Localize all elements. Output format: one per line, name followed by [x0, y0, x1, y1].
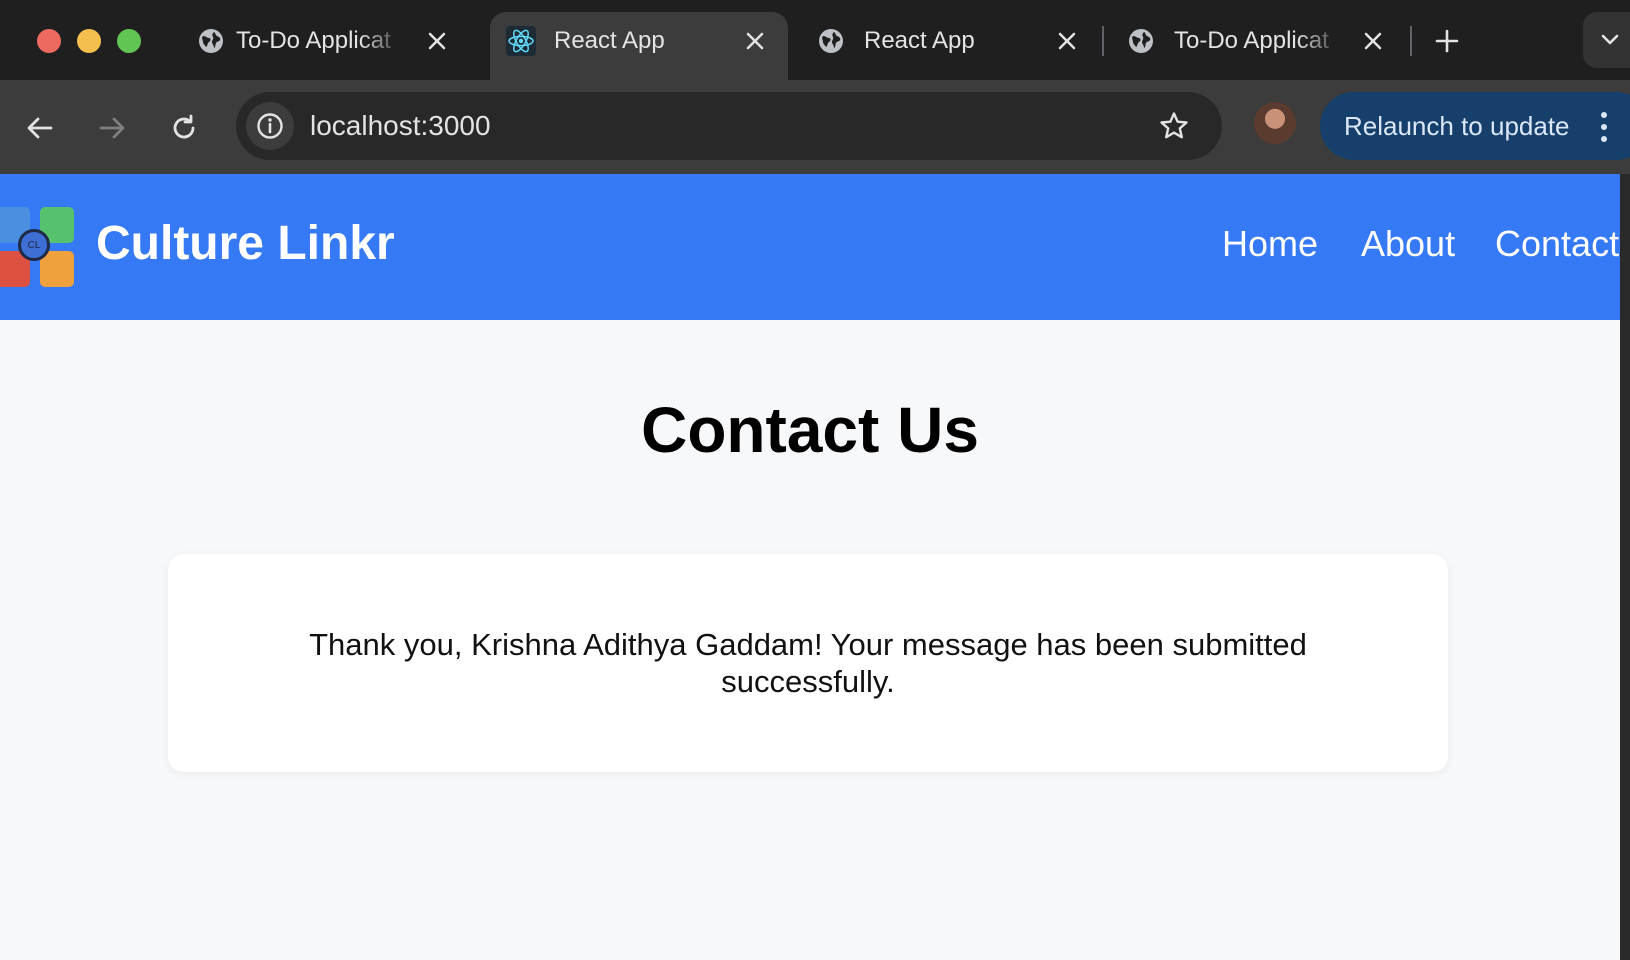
window-edge — [1620, 174, 1630, 960]
info-icon — [257, 113, 283, 139]
tab-react-app-active[interactable]: React App — [490, 12, 788, 80]
address-bar[interactable]: localhost:3000 — [236, 92, 1222, 160]
close-icon[interactable] — [1358, 26, 1388, 56]
tab-title: To-Do Applicat — [1174, 27, 1329, 54]
forward-button[interactable] — [92, 108, 132, 148]
tab-search-button[interactable] — [1583, 12, 1630, 68]
globe-icon — [816, 26, 846, 56]
site-header: CL Culture Linkr Home About Contact — [0, 174, 1620, 320]
site-info-button[interactable] — [246, 102, 294, 150]
nav-contact-link[interactable]: Contact — [1495, 222, 1619, 266]
window-maximize-button[interactable] — [117, 29, 141, 53]
browser-toolbar: localhost:3000 Relaunch to update — [0, 80, 1630, 174]
tab-todo-1[interactable]: To-Do Applicat — [190, 12, 470, 80]
window-close-button[interactable] — [37, 29, 61, 53]
new-tab-button[interactable] — [1430, 24, 1464, 58]
nav-home-link[interactable]: Home — [1222, 222, 1318, 266]
page-viewport: CL Culture Linkr Home About Contact Cont… — [0, 174, 1620, 960]
tab-title: React App — [554, 27, 665, 54]
page-title: Contact Us — [641, 394, 979, 466]
more-options-icon[interactable] — [1600, 112, 1608, 142]
reload-button[interactable] — [164, 108, 204, 148]
reload-icon — [173, 114, 195, 139]
tab-strip: To-Do Applicat React App React App To-Do… — [0, 0, 1630, 80]
tab-todo-2[interactable]: To-Do Applicat — [1124, 12, 1404, 80]
react-icon — [506, 26, 536, 56]
bookmark-button[interactable] — [1154, 106, 1194, 146]
relaunch-label: Relaunch to update — [1344, 110, 1570, 141]
brand-name[interactable]: Culture Linkr — [96, 216, 395, 272]
window-minimize-button[interactable] — [77, 29, 101, 53]
close-icon[interactable] — [740, 26, 770, 56]
tab-divider — [1410, 26, 1412, 56]
back-button[interactable] — [20, 108, 60, 148]
logo-badge: CL — [18, 229, 50, 261]
tab-title: React App — [864, 27, 975, 54]
confirmation-card: Thank you, Krishna Adithya Gaddam! Your … — [168, 554, 1448, 772]
close-icon[interactable] — [1052, 26, 1082, 56]
close-icon[interactable] — [422, 26, 452, 56]
tab-title: To-Do Applicat — [236, 27, 391, 54]
culture-linkr-logo[interactable]: CL — [0, 207, 76, 287]
arrow-right-icon — [99, 117, 125, 139]
star-icon — [1160, 112, 1188, 139]
globe-icon — [1126, 26, 1156, 56]
arrow-left-icon — [27, 117, 53, 139]
globe-icon — [196, 26, 226, 56]
nav-about-link[interactable]: About — [1361, 222, 1455, 266]
confirmation-message: Thank you, Krishna Adithya Gaddam! Your … — [309, 627, 1307, 699]
profile-avatar[interactable] — [1254, 102, 1296, 144]
tab-divider — [1102, 26, 1104, 56]
tab-react-app[interactable]: React App — [812, 12, 1092, 80]
plus-icon — [1435, 29, 1459, 53]
chevron-down-icon — [1601, 34, 1619, 45]
relaunch-to-update-button[interactable]: Relaunch to update — [1320, 92, 1630, 160]
url-text[interactable]: localhost:3000 — [310, 110, 491, 142]
